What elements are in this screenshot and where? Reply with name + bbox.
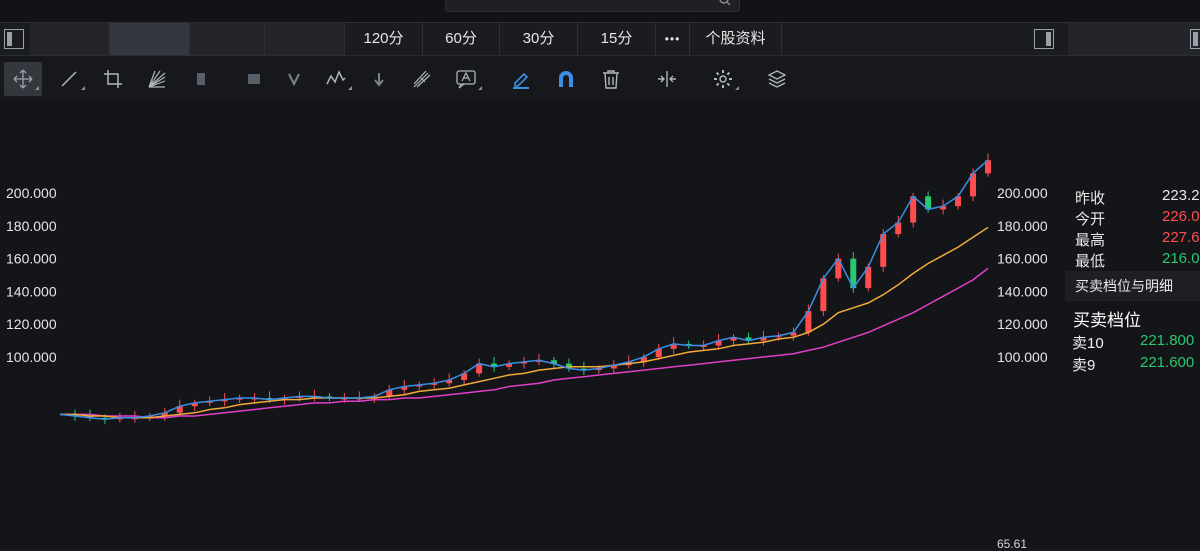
price-chart[interactable]: 200.000 200.000 180.000 180.000 160.000 160.0… bbox=[0, 102, 1200, 549]
orderbook-row-label: 卖9 bbox=[1072, 357, 1096, 374]
period-blurred-right bbox=[1068, 23, 1200, 55]
orderbook-row[interactable]: 卖10 221.800 bbox=[1072, 332, 1200, 354]
magnet-tool[interactable] bbox=[547, 62, 585, 96]
y-tick-label-left: 120.000 bbox=[6, 316, 57, 332]
period-60min[interactable]: 60分 bbox=[423, 23, 500, 55]
orderbook-heading: 买卖档位 bbox=[1073, 311, 1141, 330]
tool-blurred-1[interactable] bbox=[182, 62, 220, 96]
period-blurred-4[interactable] bbox=[265, 23, 345, 55]
y-tick-label-right: 200.000 bbox=[997, 185, 1048, 201]
fan-tool[interactable] bbox=[138, 62, 176, 96]
orderbook-row-label: 卖10 bbox=[1072, 335, 1104, 352]
line-icon bbox=[61, 71, 77, 87]
delete-tool[interactable] bbox=[592, 62, 630, 96]
period-blurred-3[interactable] bbox=[190, 23, 265, 55]
more-periods-button[interactable]: ••• bbox=[656, 23, 690, 55]
tool-blurred-3[interactable] bbox=[275, 62, 313, 96]
period-120min[interactable]: 120分 bbox=[345, 23, 423, 55]
low-value: 216.00 bbox=[1162, 250, 1200, 267]
compress-tool[interactable] bbox=[648, 62, 686, 96]
period-blurred-1[interactable] bbox=[30, 23, 110, 55]
tool-blurred-4[interactable] bbox=[360, 62, 398, 96]
y-tick-label-right: 100.000 bbox=[997, 349, 1048, 365]
crosshair-tool[interactable] bbox=[4, 62, 42, 96]
search-input[interactable] bbox=[445, 0, 740, 12]
tool-blurred-2[interactable] bbox=[235, 62, 273, 96]
rect-tool[interactable] bbox=[94, 62, 132, 96]
period-30min[interactable]: 30分 bbox=[500, 23, 578, 55]
line-tool[interactable] bbox=[50, 62, 88, 96]
open-value: 226.00 bbox=[1162, 208, 1200, 225]
prev-close-row: 昨收 223.20 bbox=[1075, 187, 1200, 209]
low-label: 最低 bbox=[1075, 253, 1106, 270]
highlighter-tool[interactable] bbox=[502, 62, 540, 96]
crop-icon bbox=[104, 70, 122, 88]
text-tool[interactable] bbox=[447, 62, 485, 96]
y-tick-label-right: 140.000 bbox=[997, 283, 1048, 299]
low-row: 最低 216.00 bbox=[1075, 250, 1200, 272]
stock-profile-tab[interactable]: 个股资料 bbox=[690, 23, 782, 55]
orderbook-row-price: 221.600 bbox=[1140, 354, 1195, 371]
prev-close-value: 223.20 bbox=[1162, 187, 1200, 204]
magnet-icon bbox=[559, 71, 573, 87]
chart-area[interactable]: 200.000 200.000 180.000 180.000 160.000 160.0… bbox=[0, 102, 1200, 549]
gear-icon bbox=[714, 70, 732, 88]
y-tick-label-left: 100.000 bbox=[6, 349, 57, 365]
move-icon bbox=[13, 69, 33, 89]
y-tick-label-right: 180.000 bbox=[997, 218, 1048, 234]
top-bar bbox=[0, 0, 1200, 22]
blurred-tool-icon bbox=[248, 74, 260, 84]
ma-mid-line bbox=[60, 226, 989, 419]
right-panel-toggle-icon[interactable] bbox=[1034, 29, 1054, 49]
compress-horizontal-icon bbox=[658, 71, 676, 87]
orderbook-tab[interactable]: 买卖档位与明细 bbox=[1065, 271, 1200, 301]
layers-tool[interactable] bbox=[758, 62, 796, 96]
open-row: 今开 226.00 bbox=[1075, 208, 1200, 230]
blurred-tool-icon bbox=[197, 73, 205, 85]
y-tick-label-left: 160.000 bbox=[6, 251, 57, 267]
pitchfork-tool[interactable] bbox=[403, 62, 441, 96]
high-row: 最高 227.60 bbox=[1075, 229, 1200, 251]
pen-icon bbox=[513, 72, 529, 89]
orderbook-row-price: 221.800 bbox=[1140, 332, 1195, 349]
y-tick-label-left: 140.000 bbox=[6, 283, 57, 299]
y-tick-label-left: 200.000 bbox=[6, 185, 57, 201]
open-label: 今开 bbox=[1075, 211, 1106, 228]
orderbook-row[interactable]: 卖9 221.600 bbox=[1072, 354, 1200, 376]
y-tick-label-right: 120.000 bbox=[997, 316, 1048, 332]
high-label: 最高 bbox=[1075, 232, 1106, 249]
fan-icon bbox=[148, 70, 166, 88]
quote-panel: 昨收 223.20 今开 226.00 最高 227.60 最低 216.00 … bbox=[1065, 155, 1200, 549]
prev-close-label: 昨收 bbox=[1075, 190, 1106, 207]
high-value: 227.60 bbox=[1162, 229, 1200, 246]
y-tick-label-left: 180.000 bbox=[6, 218, 57, 234]
blurred-tool-icon bbox=[374, 73, 384, 87]
search-icon bbox=[719, 0, 731, 6]
wave-tool[interactable] bbox=[317, 62, 355, 96]
text-box-icon bbox=[456, 70, 476, 89]
pitchfork-icon bbox=[413, 70, 431, 88]
left-panel-toggle-icon[interactable] bbox=[4, 29, 24, 49]
period-bar: 120分 60分 30分 15分 ••• 个股资料 bbox=[0, 22, 1200, 56]
drawing-toolbar bbox=[0, 56, 1200, 102]
ma-short-line bbox=[59, 159, 989, 421]
blurred-tool-icon bbox=[288, 73, 300, 87]
trash-icon bbox=[603, 70, 619, 89]
settings-tool[interactable] bbox=[704, 62, 742, 96]
period-15min[interactable]: 15分 bbox=[578, 23, 656, 55]
y-tick-label-right: 160.000 bbox=[997, 251, 1048, 267]
ma-long-line bbox=[60, 267, 989, 419]
extra-panel-toggle-icon[interactable] bbox=[1190, 29, 1200, 49]
layers-icon bbox=[767, 70, 787, 88]
period-blurred-2[interactable] bbox=[110, 23, 190, 55]
wave-icon bbox=[326, 70, 346, 85]
